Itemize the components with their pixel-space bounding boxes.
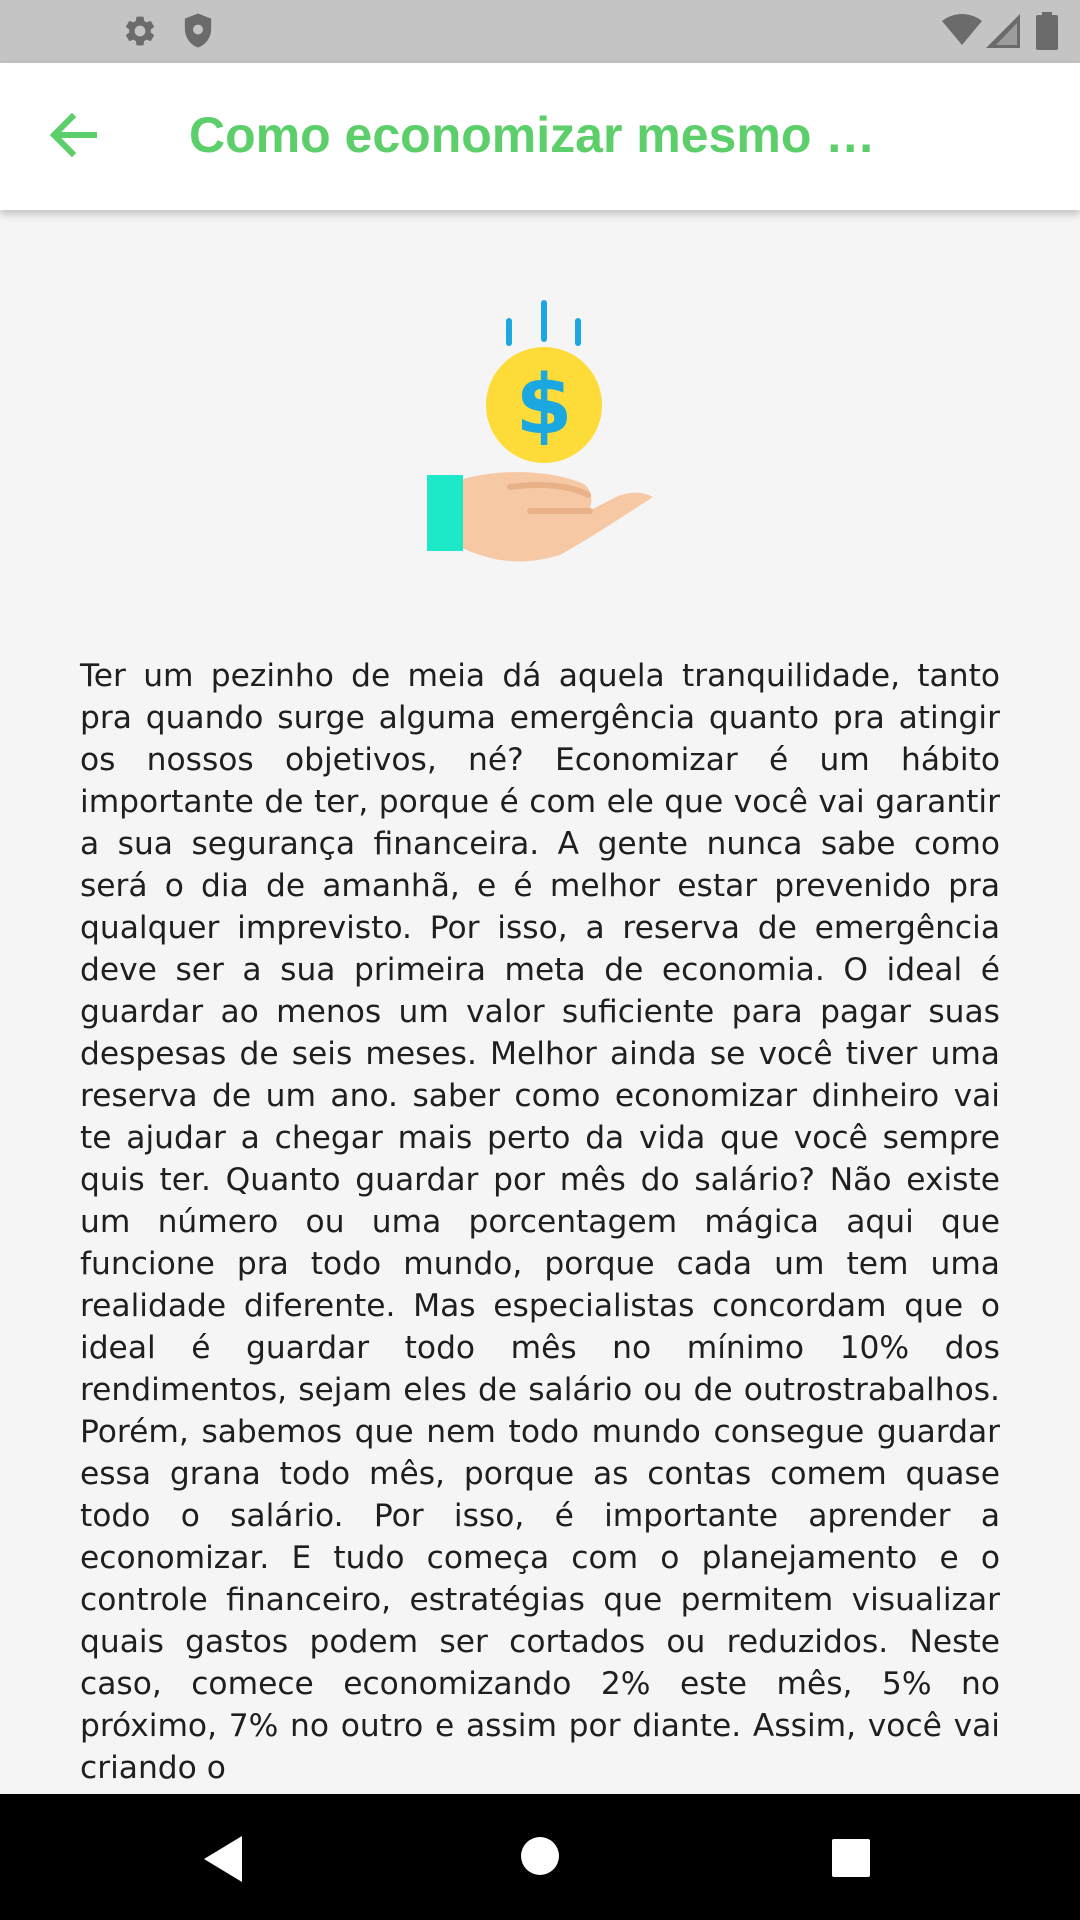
sleeve-cuff [427, 475, 463, 551]
status-bar [0, 0, 1080, 63]
gear-icon [125, 16, 155, 46]
article-content[interactable]: $ Ter um pezinho de meia dá aquela tranq… [0, 210, 1080, 1794]
battery-icon [1036, 12, 1058, 50]
nav-back-icon[interactable] [204, 1836, 244, 1882]
dollar-sign: $ [515, 358, 572, 453]
nav-home-icon[interactable] [520, 1836, 560, 1876]
back-arrow-icon[interactable] [42, 103, 106, 167]
page-title: Como economizar mesmo … [189, 107, 876, 163]
cellular-signal-icon [986, 14, 1020, 48]
navigation-bar [0, 1794, 1080, 1920]
article-text: Ter um pezinho de meia dá aquela tranqui… [80, 658, 1000, 1786]
hand-holding-coin-icon: $ [427, 300, 653, 562]
app-bar: Como economizar mesmo … [0, 63, 1080, 210]
nav-recents-icon[interactable] [831, 1838, 871, 1878]
coin-drop-lines [506, 300, 581, 346]
wifi-icon [942, 14, 982, 45]
shield-icon [184, 13, 212, 48]
